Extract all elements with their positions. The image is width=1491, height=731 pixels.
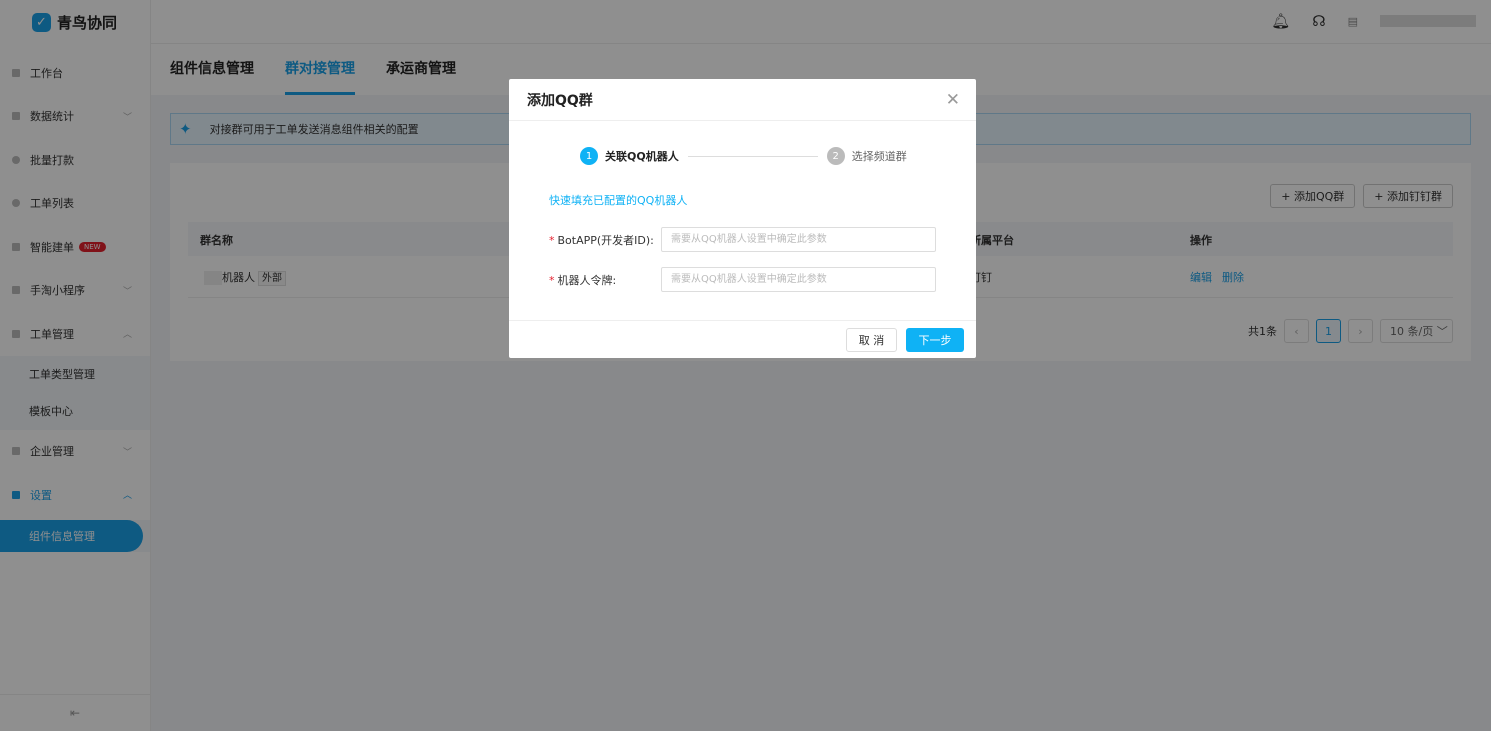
token-label: 机器人令牌: [557, 273, 617, 287]
quick-fill-link[interactable]: 快速填充已配置的QQ机器人 [549, 192, 687, 208]
step-2-label: 选择频道群 [851, 150, 907, 163]
cancel-button[interactable]: 取 消 [846, 328, 897, 352]
botapp-id-input[interactable] [661, 227, 936, 252]
bot-token-input[interactable] [661, 267, 936, 292]
steps: 1 关联QQ机器人 2 选择频道群 [580, 147, 907, 165]
step-connector [687, 155, 818, 157]
botapp-label: BotAPP(开发者ID): [557, 233, 654, 247]
step-1-dot: 1 [580, 147, 598, 165]
step-2-dot: 2 [826, 147, 845, 165]
close-icon[interactable]: ✕ [946, 90, 960, 110]
next-step-button[interactable]: 下一步 [906, 328, 964, 352]
add-qq-group-dialog: 添加QQ群 ✕ 1 关联QQ机器人 2 选择频道群 快速填充已配置的QQ机器人 … [509, 79, 976, 358]
step-1-label: 关联QQ机器人 [605, 150, 679, 163]
dialog-title: 添加QQ群 [509, 79, 976, 121]
